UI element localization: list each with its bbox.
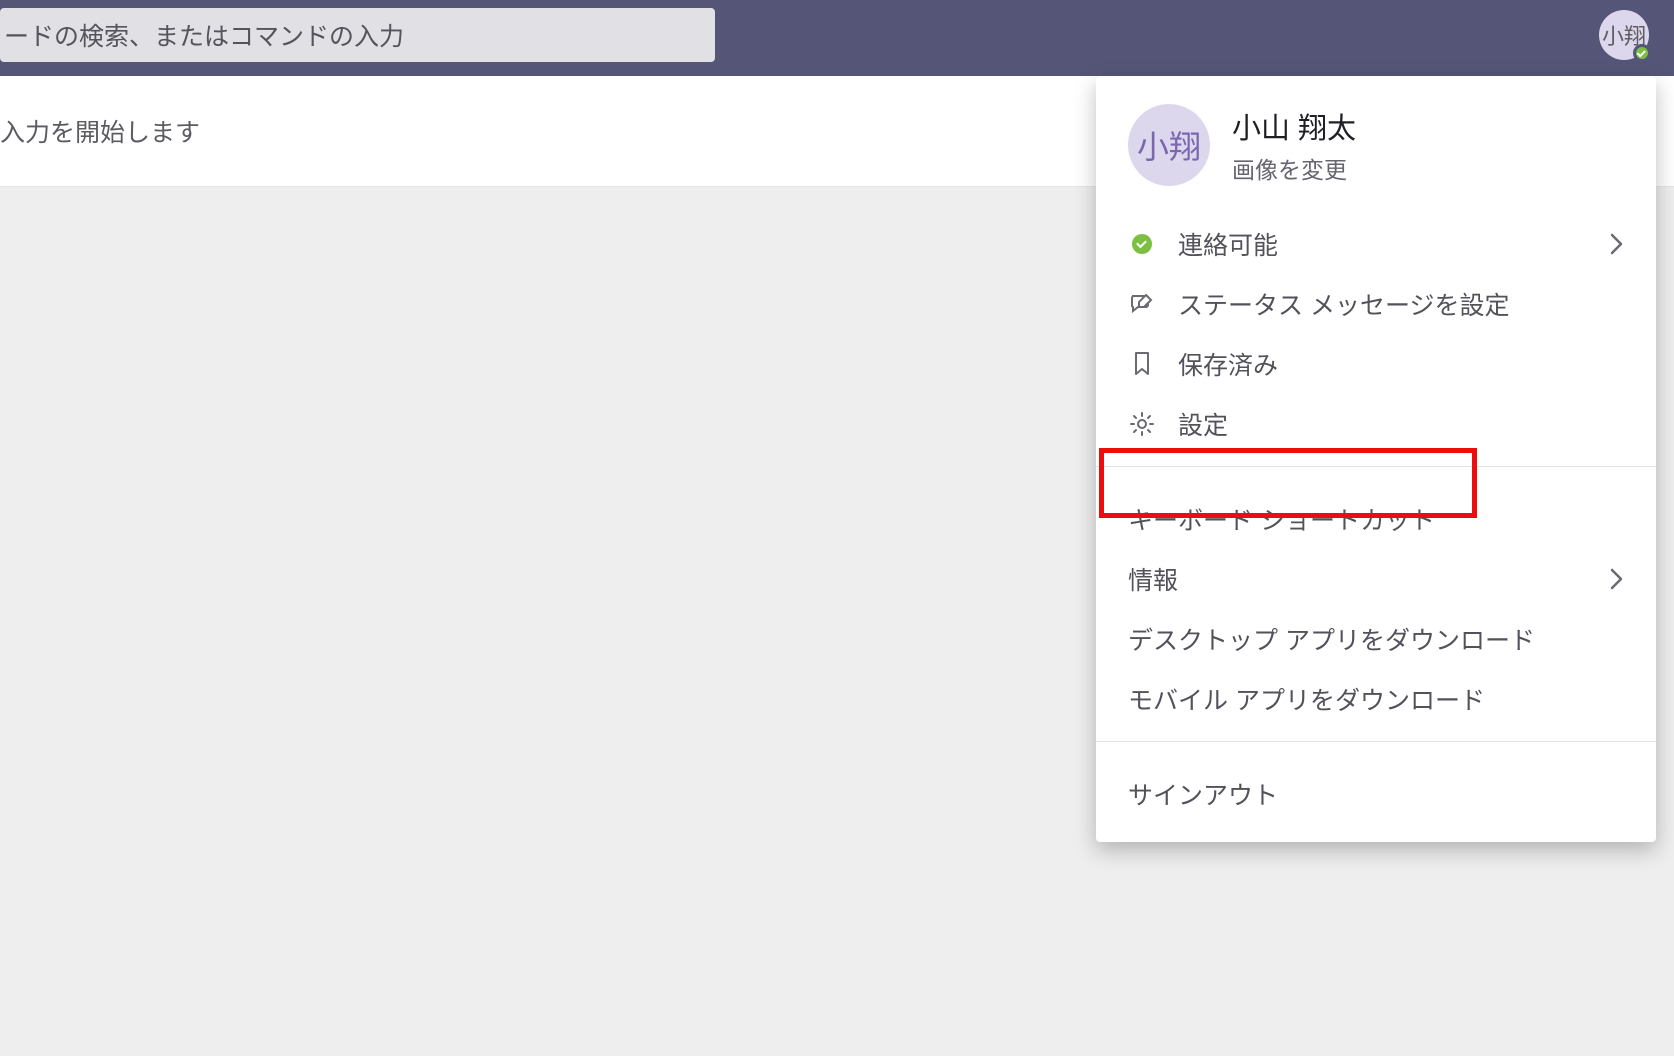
change-image-link[interactable]: 画像を変更	[1232, 151, 1356, 185]
profile-avatar-button[interactable]: 小翔	[1599, 10, 1649, 60]
menu-item-label: 設定	[1178, 406, 1624, 442]
chevron-right-icon	[1610, 568, 1624, 590]
menu-item-label: サインアウト	[1128, 776, 1624, 812]
chevron-right-icon	[1610, 233, 1624, 255]
compose-placeholder: 入力を開始します	[0, 113, 200, 149]
menu-item-label: 連絡可能	[1178, 226, 1588, 262]
avatar-large-initials: 小翔	[1137, 122, 1201, 168]
menu-item-label: デスクトップ アプリをダウンロード	[1128, 621, 1624, 657]
presence-available-icon	[1633, 44, 1651, 62]
search-input[interactable]: ードの検索、またはコマンドの入力	[0, 8, 715, 62]
menu-item-status[interactable]: 連絡可能	[1096, 214, 1656, 274]
menu-item-saved[interactable]: 保存済み	[1096, 334, 1656, 394]
menu-item-label: モバイル アプリをダウンロード	[1128, 681, 1624, 717]
menu-item-download-desktop[interactable]: デスクトップ アプリをダウンロード	[1096, 609, 1656, 669]
profile-name: 小山 翔太	[1232, 105, 1356, 147]
search-placeholder: ードの検索、またはコマンドの入力	[0, 17, 404, 53]
menu-item-sign-out[interactable]: サインアウト	[1096, 764, 1656, 824]
profile-menu: 小翔 小山 翔太 画像を変更 連絡可能 ステータス メッセージを設定	[1096, 76, 1656, 842]
bookmark-icon	[1128, 351, 1156, 377]
menu-list-1: 連絡可能 ステータス メッセージを設定 保存済み	[1096, 204, 1656, 454]
gear-icon	[1128, 411, 1156, 437]
profile-avatar-large: 小翔	[1128, 104, 1210, 186]
menu-item-label: 保存済み	[1178, 346, 1624, 382]
menu-item-info[interactable]: 情報	[1096, 549, 1656, 609]
menu-divider	[1096, 741, 1656, 742]
profile-section: 小翔 小山 翔太 画像を変更	[1096, 76, 1656, 204]
app-header: ードの検索、またはコマンドの入力 小翔	[0, 0, 1674, 76]
menu-list-2: キーボード ショートカット 情報 デスクトップ アプリをダウンロード モバイル …	[1096, 479, 1656, 729]
menu-divider	[1096, 466, 1656, 467]
menu-item-set-status-message[interactable]: ステータス メッセージを設定	[1096, 274, 1656, 334]
menu-item-download-mobile[interactable]: モバイル アプリをダウンロード	[1096, 669, 1656, 729]
menu-item-label: 情報	[1128, 561, 1610, 597]
menu-list-3: サインアウト	[1096, 754, 1656, 842]
menu-item-settings[interactable]: 設定	[1096, 394, 1656, 454]
profile-text: 小山 翔太 画像を変更	[1232, 105, 1356, 185]
menu-item-label: キーボード ショートカット	[1128, 501, 1624, 537]
menu-item-label: ステータス メッセージを設定	[1178, 286, 1624, 322]
presence-available-icon	[1128, 234, 1156, 254]
edit-message-icon	[1128, 292, 1156, 316]
menu-item-keyboard-shortcuts[interactable]: キーボード ショートカット	[1096, 489, 1656, 549]
